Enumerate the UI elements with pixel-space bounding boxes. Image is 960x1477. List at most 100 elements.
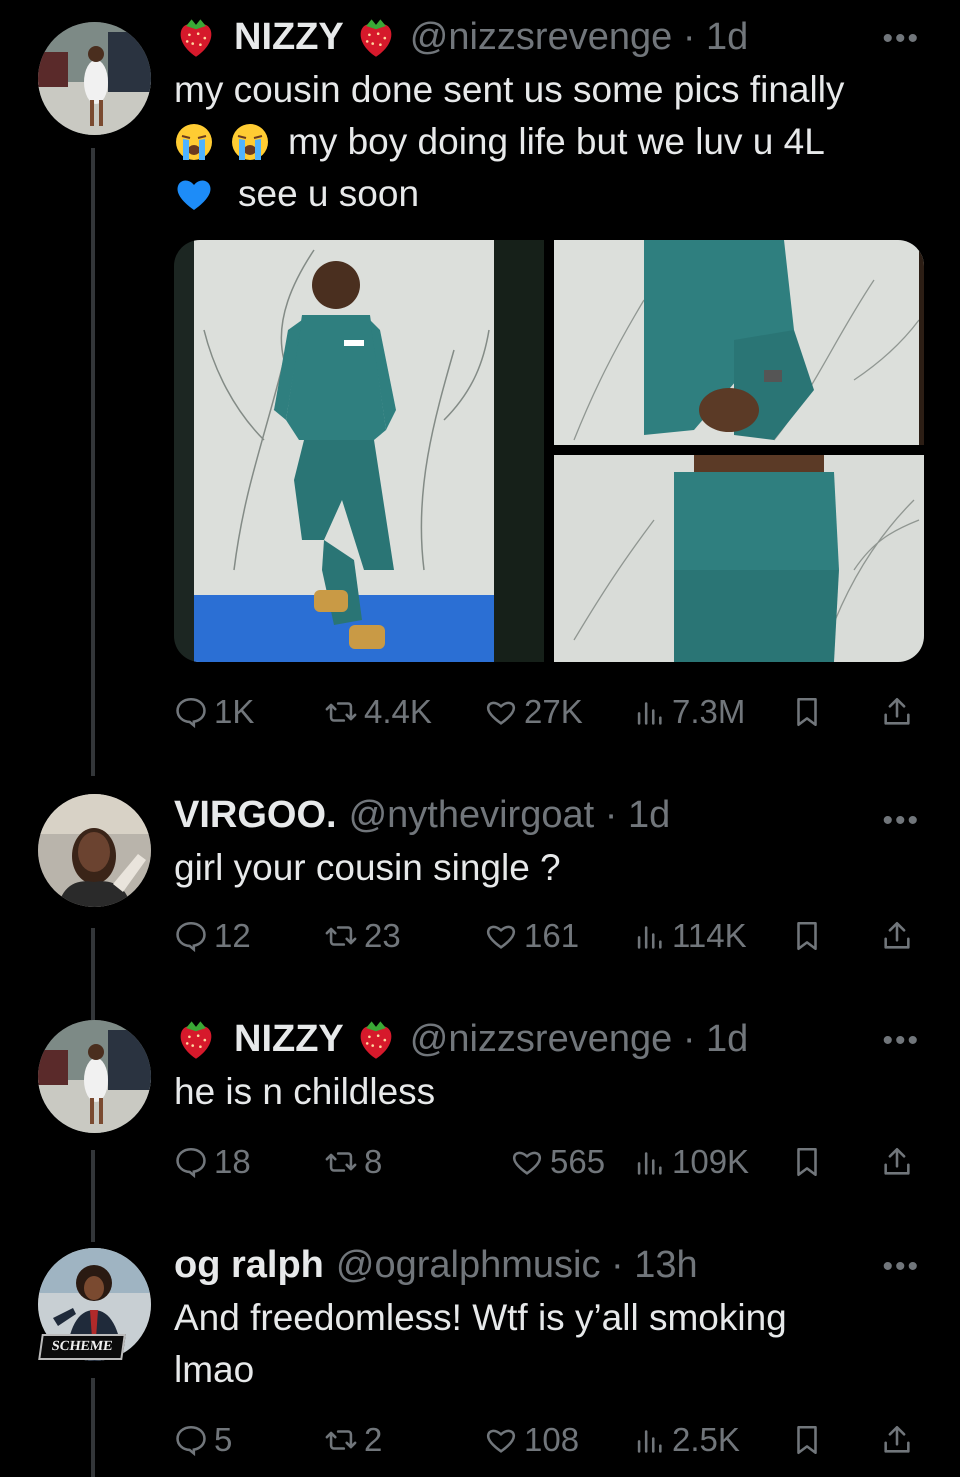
bookmark-icon xyxy=(790,1145,824,1179)
repost-count: 23 xyxy=(364,917,401,954)
repost-icon xyxy=(324,1145,358,1179)
bookmark-button[interactable] xyxy=(790,1416,824,1464)
share-button[interactable] xyxy=(880,688,914,736)
share-button[interactable] xyxy=(880,1138,914,1186)
views-button[interactable]: 7.3M xyxy=(632,688,745,736)
strawberry-icon xyxy=(354,15,398,59)
views-icon xyxy=(632,919,666,953)
avatar-photo xyxy=(38,794,151,907)
reply-button[interactable]: 18 xyxy=(174,1138,251,1186)
like-button[interactable]: 161 xyxy=(484,912,579,960)
user-handle[interactable]: @nizzsrevenge · 1d xyxy=(410,1018,749,1061)
tweet-text-line: And freedomless! Wtf is y’all smoking xyxy=(174,1297,787,1338)
reply-count: 1K xyxy=(214,693,255,730)
repost-icon xyxy=(324,695,358,729)
views-count: 2.5K xyxy=(672,1421,740,1458)
repost-button[interactable]: 4.4K xyxy=(324,688,432,736)
like-count: 108 xyxy=(524,1421,580,1458)
views-icon xyxy=(632,1423,666,1457)
reply-count: 12 xyxy=(214,917,251,954)
share-icon xyxy=(880,1423,914,1457)
bookmark-button[interactable] xyxy=(790,688,824,736)
thread-line xyxy=(91,1150,95,1242)
tweet-reply[interactable]: VIRGOO. @nythevirgoat · 1d girl your cou… xyxy=(0,790,960,1020)
reply-button[interactable]: 12 xyxy=(174,912,251,960)
tweet-actions: 5 2 108 2.5K xyxy=(174,1416,924,1464)
reply-count: 18 xyxy=(214,1143,251,1180)
avatar-virgoo[interactable] xyxy=(38,794,151,907)
tweet-main[interactable]: NIZZY @nizzsrevenge · 1d my cousin done … xyxy=(0,0,960,790)
tweet-text: he is n childless xyxy=(174,1071,436,1112)
strawberry-icon xyxy=(354,1017,398,1061)
thread-line xyxy=(91,148,95,776)
tweet-text-line: my boy doing life but we luv u 4L xyxy=(174,116,930,168)
like-count: 161 xyxy=(524,917,580,954)
strawberry-icon xyxy=(174,15,218,59)
like-button[interactable]: 108 xyxy=(484,1416,579,1464)
like-icon xyxy=(484,1423,518,1457)
more-icon[interactable]: ••• xyxy=(882,1024,920,1058)
reply-button[interactable]: 5 xyxy=(174,1416,232,1464)
display-name[interactable]: NIZZY xyxy=(234,1018,344,1061)
tweet-text-line: lmao xyxy=(174,1349,255,1390)
display-name[interactable]: NIZZY xyxy=(234,16,344,59)
avatar-badge: SCHEME xyxy=(38,1334,126,1360)
tweet-text-fragment: my boy doing life but we luv u 4L xyxy=(288,121,825,162)
bookmark-button[interactable] xyxy=(790,912,824,960)
bookmark-icon xyxy=(790,1423,824,1457)
views-icon xyxy=(632,1145,666,1179)
media-grid[interactable] xyxy=(174,240,924,662)
views-count: 7.3M xyxy=(672,693,746,730)
more-icon[interactable]: ••• xyxy=(882,1250,920,1284)
display-name[interactable]: VIRGOO. xyxy=(174,794,337,837)
views-count: 109K xyxy=(672,1143,750,1180)
share-button[interactable] xyxy=(880,912,914,960)
like-count: 27K xyxy=(524,693,583,730)
tweet-actions: 18 8 565 109K xyxy=(174,1138,924,1186)
repost-button[interactable]: 23 xyxy=(324,912,401,960)
more-icon[interactable]: ••• xyxy=(882,804,920,838)
display-name[interactable]: og ralph xyxy=(174,1244,324,1287)
user-handle[interactable]: @ogralphmusic · 13h xyxy=(336,1244,698,1287)
crying-face-icon xyxy=(174,122,214,162)
thread-line xyxy=(91,1378,95,1477)
tweet-text: And freedomless! Wtf is y’all smoking lm… xyxy=(174,1292,930,1396)
user-handle[interactable]: @nizzsrevenge · 1d xyxy=(410,16,749,59)
more-icon[interactable]: ••• xyxy=(882,22,920,56)
photo-bottom-right xyxy=(554,455,924,662)
avatar-nizzy[interactable] xyxy=(38,1020,151,1133)
user-handle[interactable]: @nythevirgoat · 1d xyxy=(349,794,671,837)
tweet-reply[interactable]: SCHEME og ralph @ogralphmusic · 13h And … xyxy=(0,1238,960,1477)
reply-icon xyxy=(174,1145,208,1179)
tweet-header: VIRGOO. @nythevirgoat · 1d xyxy=(174,790,930,840)
views-button[interactable]: 114K xyxy=(632,912,747,960)
like-button[interactable]: 565 xyxy=(510,1138,605,1186)
bookmark-button[interactable] xyxy=(790,1138,824,1186)
like-button[interactable]: 27K xyxy=(484,688,583,736)
blue-heart-icon xyxy=(174,174,214,214)
repost-button[interactable]: 2 xyxy=(324,1416,382,1464)
tweet-header: og ralph @ogralphmusic · 13h xyxy=(174,1240,930,1290)
share-button[interactable] xyxy=(880,1416,914,1464)
avatar-photo xyxy=(38,22,151,135)
repost-button[interactable]: 8 xyxy=(324,1138,382,1186)
bookmark-icon xyxy=(790,695,824,729)
reply-icon xyxy=(174,919,208,953)
views-count: 114K xyxy=(672,917,747,954)
thread-line xyxy=(91,928,95,1020)
repost-count: 4.4K xyxy=(364,693,432,730)
avatar-nizzy[interactable] xyxy=(38,22,151,135)
tweet-text: girl your cousin single ? xyxy=(174,847,561,888)
strawberry-icon xyxy=(174,1017,218,1061)
views-button[interactable]: 109K xyxy=(632,1138,749,1186)
like-icon xyxy=(484,919,518,953)
repost-icon xyxy=(324,1423,358,1457)
tweet-reply[interactable]: NIZZY @nizzsrevenge · 1d he is n childle… xyxy=(0,1010,960,1242)
reply-button[interactable]: 1K xyxy=(174,688,254,736)
avatar-photo xyxy=(38,1020,151,1133)
tweet-text-fragment: see u soon xyxy=(238,173,420,214)
reply-count: 5 xyxy=(214,1421,233,1458)
views-button[interactable]: 2.5K xyxy=(632,1416,740,1464)
like-count: 565 xyxy=(550,1143,606,1180)
bookmark-icon xyxy=(790,919,824,953)
